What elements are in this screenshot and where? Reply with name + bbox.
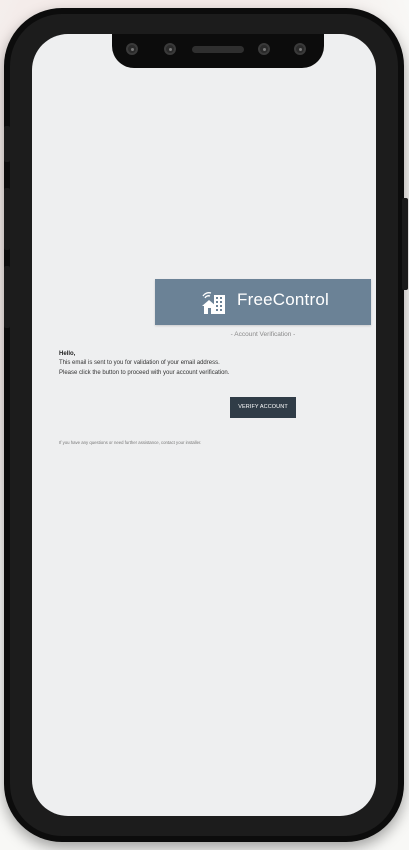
volume-up-button [4,188,10,250]
body-text-line-1: This email is sent to you for validation… [59,360,220,366]
greeting: Hello, [59,351,76,357]
email-subtitle: - Account Verification - [230,331,296,338]
power-button [402,198,408,290]
camera-lens-icon [294,43,306,55]
phone-notch [112,34,324,68]
smart-building-wifi-icon [202,291,225,314]
phone-frame: FreeControl - Account Verification - Hel… [4,8,408,842]
phone-screen: FreeControl - Account Verification - Hel… [32,34,376,816]
camera-lens-icon [258,43,270,55]
verify-account-button[interactable]: VERIFY ACCOUNT [230,397,296,418]
volume-down-button [4,266,10,328]
body-text-line-2: Please click the button to proceed with … [59,370,230,376]
footer-note: If you have any questions or need furthe… [59,440,202,445]
camera-lens-icon [126,43,138,55]
brand-header: FreeControl [155,279,371,325]
camera-lens-icon [164,43,176,55]
brand-name: FreeControl [237,290,329,309]
mute-switch [4,126,10,162]
speaker-grille [192,46,244,53]
